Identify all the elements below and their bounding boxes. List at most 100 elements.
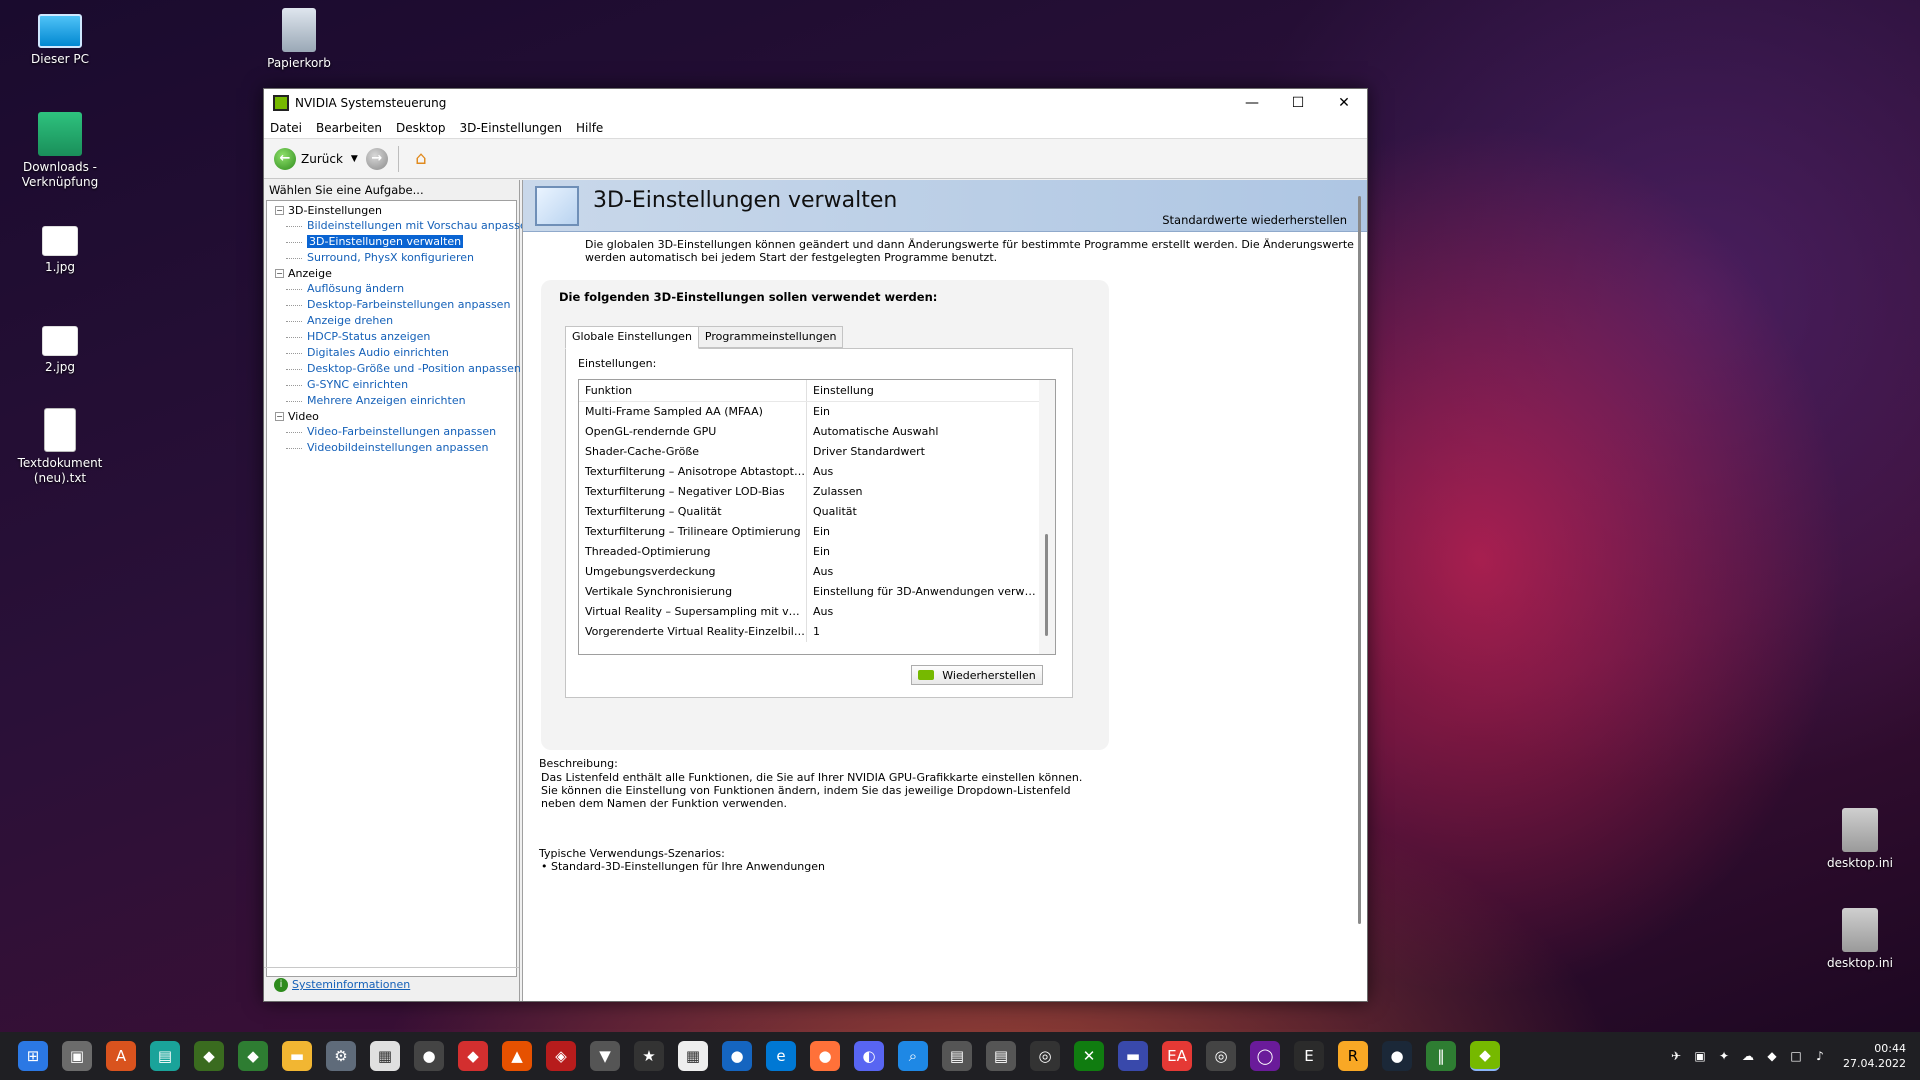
- settings-row[interactable]: Multi-Frame Sampled AA (MFAA) Ein: [579, 402, 1055, 422]
- steam-icon[interactable]: ●: [1382, 1041, 1412, 1071]
- system-info-link[interactable]: Systeminformationen: [292, 978, 410, 991]
- tab-program[interactable]: Programmeinstellungen: [697, 326, 844, 348]
- clapper-icon-2[interactable]: ▤: [986, 1041, 1016, 1071]
- setting-value[interactable]: Ein: [807, 402, 1037, 422]
- forward-button[interactable]: →: [365, 147, 388, 170]
- setting-value[interactable]: Driver Standardwert: [807, 442, 1037, 462]
- tray-chevron-icon[interactable]: ✈: [1667, 1049, 1685, 1063]
- tree-item-videobild[interactable]: Videobildeinstellungen anpassen: [275, 440, 516, 456]
- tray-volume-icon[interactable]: ♪: [1811, 1049, 1829, 1063]
- setting-value[interactable]: Ein: [807, 542, 1037, 562]
- setting-value[interactable]: Automatische Auswahl: [807, 422, 1037, 442]
- tray-cloud-icon[interactable]: ☁: [1739, 1049, 1757, 1063]
- desktop-icon-2jpg[interactable]: 2.jpg: [12, 318, 108, 375]
- nvidia-icon[interactable]: ◆: [194, 1041, 224, 1071]
- tray-dropbox-icon[interactable]: ✦: [1715, 1049, 1733, 1063]
- file-explorer-icon[interactable]: ▬: [282, 1041, 312, 1071]
- tray-network-icon[interactable]: □: [1787, 1049, 1805, 1063]
- firefox-icon[interactable]: ●: [810, 1041, 840, 1071]
- app-mask-icon[interactable]: ▼: [590, 1041, 620, 1071]
- tree-group-3d[interactable]: −3D-Einstellungen: [275, 203, 516, 218]
- content-scrollbar[interactable]: [1358, 196, 1361, 924]
- maximize-button[interactable]: ☐: [1275, 89, 1321, 117]
- desktop-icon-desktop-ini-1[interactable]: desktop.ini: [1812, 808, 1908, 871]
- tree-item-hdcp[interactable]: HDCP-Status anzeigen: [275, 329, 516, 345]
- browser-icon[interactable]: ●: [414, 1041, 444, 1071]
- collapse-icon[interactable]: −: [275, 269, 284, 278]
- app-blue-icon[interactable]: ▬: [1118, 1041, 1148, 1071]
- menu-bearbeiten[interactable]: Bearbeiten: [316, 121, 382, 135]
- setting-value[interactable]: Zulassen: [807, 482, 1037, 502]
- settings-row[interactable]: Shader-Cache-Größe Driver Standardwert: [579, 442, 1055, 462]
- ring-app-icon[interactable]: ◯: [1250, 1041, 1280, 1071]
- settings-row[interactable]: Vertikale Synchronisierung Einstellung fü…: [579, 582, 1055, 602]
- settings-row[interactable]: Texturfilterung – Negativer LOD-Bias Zula…: [579, 482, 1055, 502]
- start-windows-icon[interactable]: ⊞: [18, 1041, 48, 1071]
- adobe-illustrator-icon[interactable]: A: [106, 1041, 136, 1071]
- chat-app-icon[interactable]: ●: [722, 1041, 752, 1071]
- title-bar[interactable]: NVIDIA Systemsteuerung — ☐ ✕: [264, 89, 1367, 117]
- settings-row[interactable]: Umgebungsverdeckung Aus: [579, 562, 1055, 582]
- ubisoft-icon[interactable]: ◎: [1206, 1041, 1236, 1071]
- close-button[interactable]: ✕: [1321, 89, 1367, 117]
- tree-item-gsync[interactable]: G-SYNC einrichten: [275, 377, 516, 393]
- discord-icon[interactable]: ◐: [854, 1041, 884, 1071]
- menu-datei[interactable]: Datei: [270, 121, 302, 135]
- epic-games-icon[interactable]: E: [1294, 1041, 1324, 1071]
- settings-row[interactable]: Threaded-Optimierung Ein: [579, 542, 1055, 562]
- column-header-function[interactable]: Funktion: [579, 380, 807, 401]
- tree-item-aufloesung[interactable]: Auflösung ändern: [275, 281, 516, 297]
- tree-item-desktop-groesse[interactable]: Desktop-Größe und -Position anpassen: [275, 361, 521, 377]
- tree-item-digital-audio[interactable]: Digitales Audio einrichten: [275, 345, 516, 361]
- settings-row[interactable]: OpenGL-rendernde GPU Automatische Auswahl: [579, 422, 1055, 442]
- restore-button[interactable]: Wiederherstellen: [911, 665, 1043, 685]
- restore-defaults-link[interactable]: Standardwerte wiederherstellen: [1162, 213, 1347, 227]
- setting-value[interactable]: Einstellung für 3D-Anwendungen verwenden: [807, 582, 1037, 602]
- tray-app-icon[interactable]: ▣: [1691, 1049, 1709, 1063]
- tree-group-anzeige[interactable]: − Anzeige: [275, 266, 516, 281]
- star-app-icon[interactable]: ★: [634, 1041, 664, 1071]
- settings-row[interactable]: Texturfilterung – Trilineare Optimierung…: [579, 522, 1055, 542]
- setting-value[interactable]: 1: [807, 622, 1037, 642]
- obs-icon[interactable]: ◎: [1030, 1041, 1060, 1071]
- scrollbar-thumb[interactable]: [1045, 534, 1048, 636]
- minimize-button[interactable]: —: [1229, 89, 1275, 117]
- app-red-icon[interactable]: ◆: [458, 1041, 488, 1071]
- tree-group-video[interactable]: − Video: [275, 409, 516, 424]
- app-teal-icon[interactable]: ▤: [150, 1041, 180, 1071]
- settings-gear-icon[interactable]: ⚙: [326, 1041, 356, 1071]
- xbox-icon[interactable]: ✕: [1074, 1041, 1104, 1071]
- edge-icon[interactable]: e: [766, 1041, 796, 1071]
- desktop-icon-downloads[interactable]: Downloads - Verknüpfung: [12, 112, 108, 190]
- tree-item-bildeinstellungen[interactable]: Bildeinstellungen mit Vorschau anpassen: [275, 218, 534, 234]
- desktop-icon-recycle-bin[interactable]: Papierkorb: [251, 8, 347, 71]
- settings-row[interactable]: Texturfilterung – Anisotrope Abtastoptim…: [579, 462, 1055, 482]
- setting-value[interactable]: Aus: [807, 462, 1037, 482]
- tree-item-video-farbe[interactable]: Video-Farbeinstellungen anpassen: [275, 424, 516, 440]
- ea-icon[interactable]: EA: [1162, 1041, 1192, 1071]
- tab-global[interactable]: Globale Einstellungen: [565, 326, 699, 349]
- nvidia-geforce-icon[interactable]: ◆: [238, 1041, 268, 1071]
- collapse-icon[interactable]: −: [275, 206, 284, 215]
- tree-item-surround[interactable]: Surround, PhysX konfigurieren: [275, 250, 516, 266]
- rockstar-icon[interactable]: R: [1338, 1041, 1368, 1071]
- settings-row[interactable]: Virtual Reality – Supersampling mit vari…: [579, 602, 1055, 622]
- setting-value[interactable]: Qualität: [807, 502, 1037, 522]
- setting-value[interactable]: Aus: [807, 562, 1037, 582]
- home-icon[interactable]: ⌂: [409, 148, 433, 170]
- listbox-scrollbar[interactable]: [1039, 380, 1055, 654]
- store-icon[interactable]: ▦: [370, 1041, 400, 1071]
- tree-item-mehrere-anzeigen[interactable]: Mehrere Anzeigen einrichten: [275, 393, 516, 409]
- desktop-icon-this-pc[interactable]: Dieser PC: [12, 8, 108, 67]
- back-button[interactable]: ← Zurück: [274, 147, 343, 170]
- menu-3d-einstellungen[interactable]: 3D-Einstellungen: [459, 121, 562, 135]
- collapse-icon[interactable]: −: [275, 412, 284, 421]
- app-crimson-icon[interactable]: ◈: [546, 1041, 576, 1071]
- desktop-icon-textdokument[interactable]: Textdokument (neu).txt: [12, 408, 108, 486]
- setting-value[interactable]: Ein: [807, 522, 1037, 542]
- task-view-icon[interactable]: ▣: [62, 1041, 92, 1071]
- column-header-setting[interactable]: Einstellung: [807, 380, 874, 401]
- calendar-app-icon[interactable]: ▦: [678, 1041, 708, 1071]
- desktop-icon-desktop-ini-2[interactable]: desktop.ini: [1812, 908, 1908, 971]
- menu-hilfe[interactable]: Hilfe: [576, 121, 603, 135]
